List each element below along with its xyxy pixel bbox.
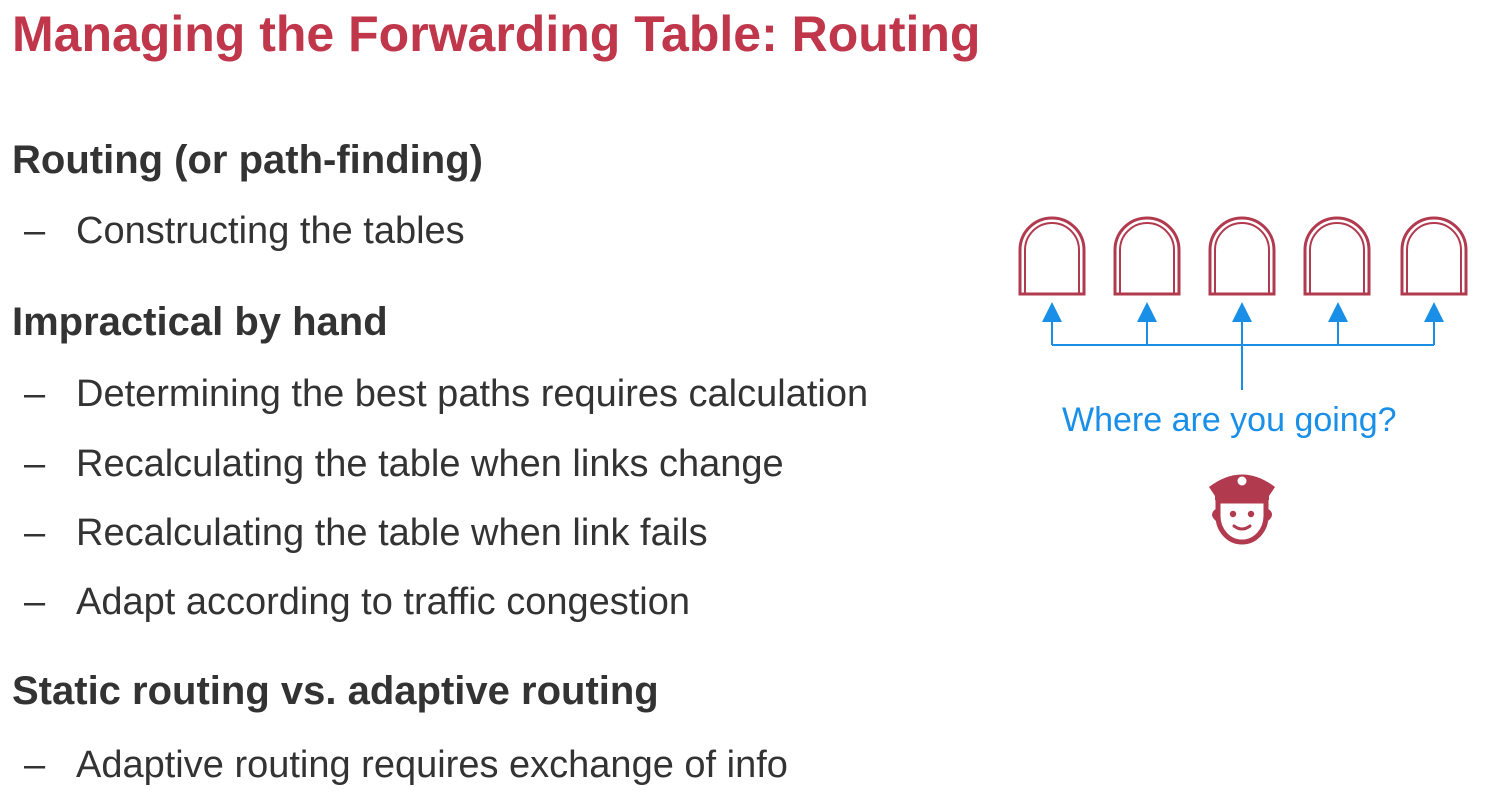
direction-arrows — [1042, 302, 1444, 390]
bullet-text: Adapt according to traffic congestion — [76, 581, 691, 623]
bullet-item: – Recalculating the table when links chan… — [24, 442, 784, 488]
section-heading-static-vs-adaptive: Static routing vs. adaptive routing — [12, 669, 659, 713]
bullet-text: Constructing the tables — [76, 210, 465, 252]
bullet-text: Recalculating the table when links chang… — [76, 443, 784, 485]
slide-title: Managing the Forwarding Table: Routing — [12, 6, 981, 62]
bullet-text: Adaptive routing requires exchange of in… — [76, 744, 788, 786]
section-heading-impractical: Impractical by hand — [12, 300, 388, 344]
bullet-text: Recalculating the table when link fails — [76, 512, 708, 554]
bullet-item: – Constructing the tables — [24, 209, 465, 255]
bullet-dash: – — [24, 373, 46, 415]
gate-icon — [1303, 216, 1371, 296]
routing-diagram — [1018, 216, 1468, 545]
bullet-dash: – — [24, 443, 46, 485]
gate-icon — [1400, 216, 1468, 296]
bullet-item: – Recalculating the table when link fails — [24, 511, 708, 557]
gate-icon — [1018, 216, 1086, 296]
bullet-dash: – — [24, 581, 46, 623]
section-heading-routing: Routing (or path-finding) — [12, 138, 483, 182]
bullet-text: Determining the best paths requires calc… — [76, 373, 869, 415]
bullet-item: – Adapt according to traffic congestion — [24, 580, 690, 626]
bullet-dash: – — [24, 210, 46, 252]
bullet-dash: – — [24, 744, 46, 786]
gate-icon — [1208, 216, 1276, 296]
gate-icon — [1113, 216, 1181, 296]
police-officer-icon — [1209, 474, 1275, 545]
bullet-item: – Adaptive routing requires exchange of i… — [24, 743, 788, 789]
bullet-dash: – — [24, 512, 46, 554]
question-label: Where are you going? — [1062, 401, 1397, 439]
bullet-item: – Determining the best paths requires cal… — [24, 372, 868, 418]
